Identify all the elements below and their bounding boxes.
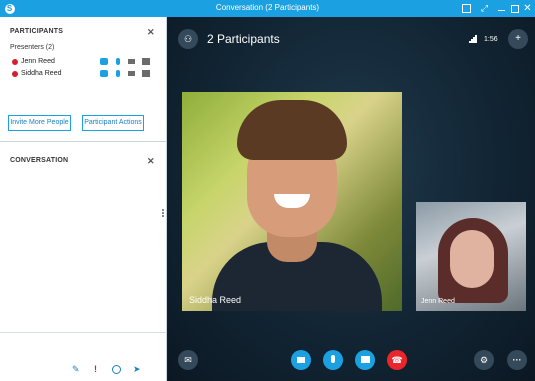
mic-button[interactable]	[323, 350, 343, 370]
screen-share-icon[interactable]	[142, 70, 150, 77]
present-button[interactable]	[355, 350, 375, 370]
video-person-face	[450, 230, 494, 288]
close-window-button[interactable]: ✕	[522, 3, 533, 14]
close-conversation-button[interactable]: ✕	[147, 156, 155, 167]
signal-quality-icon	[469, 35, 477, 43]
small-video-name: Jenn Reed	[421, 298, 455, 305]
paperclip-icon[interactable]: ✎	[72, 364, 80, 375]
mic-icon[interactable]	[116, 58, 120, 65]
more-options-button[interactable]: ···	[507, 350, 527, 370]
resize-handle[interactable]	[162, 209, 165, 221]
im-icon[interactable]	[100, 70, 108, 77]
participant-name: Siddha Reed	[21, 70, 62, 77]
call-controls-button[interactable]: ⚙	[474, 350, 494, 370]
pane-divider	[0, 141, 166, 142]
hang-up-button[interactable]: ☎	[387, 350, 407, 370]
window-title: Conversation (2 Participants)	[215, 3, 320, 12]
close-participants-button[interactable]: ✕	[147, 27, 155, 38]
screen-share-icon[interactable]	[142, 58, 150, 65]
participant-actions-button[interactable]: Participant Actions	[82, 115, 144, 131]
importance-icon[interactable]: !	[94, 364, 97, 374]
main-video-feed[interactable]: Siddha Reed	[182, 92, 402, 311]
send-icon[interactable]: ➤	[133, 364, 141, 375]
presence-busy-icon	[12, 71, 18, 77]
title-bar: S Conversation (2 Participants) ⤢ ✕	[0, 0, 535, 17]
participants-heading: PARTICIPANTS	[10, 28, 64, 35]
video-person-hair	[237, 100, 347, 160]
self-video-feed[interactable]: Jenn Reed	[416, 202, 526, 311]
expand-icon[interactable]: ⤢	[479, 3, 490, 14]
participant-row[interactable]: Siddha Reed	[12, 69, 162, 79]
invite-more-people-button[interactable]: Invite More People	[8, 115, 71, 131]
people-icon[interactable]: ⚇	[178, 29, 198, 49]
participant-count: 2 Participants	[207, 32, 280, 46]
participant-name: Jenn Reed	[21, 58, 55, 65]
presence-busy-icon	[12, 59, 18, 65]
mic-icon[interactable]	[116, 70, 120, 77]
message-compose-area[interactable]: ✎ ! ➤	[0, 332, 166, 381]
minimize-button[interactable]	[496, 3, 507, 14]
presenters-label: Presenters (2)	[10, 44, 55, 51]
side-panel: PARTICIPANTS ✕ Presenters (2) Jenn Reed …	[0, 17, 167, 381]
video-button[interactable]	[291, 350, 311, 370]
participant-row[interactable]: Jenn Reed	[12, 57, 162, 67]
video-icon[interactable]	[128, 59, 135, 64]
im-icon[interactable]	[100, 58, 108, 65]
maximize-button[interactable]	[509, 3, 520, 14]
im-button[interactable]: ✉	[178, 350, 198, 370]
video-stage: ⚇ 2 Participants 1:56 + Siddha Reed Jenn…	[168, 17, 535, 381]
call-duration: 1:56	[484, 36, 498, 43]
contact-card-icon[interactable]	[461, 3, 472, 14]
video-icon[interactable]	[128, 71, 135, 76]
emoticon-icon[interactable]	[112, 365, 121, 374]
add-participant-icon[interactable]: +	[508, 29, 528, 49]
conversation-heading: CONVERSATION	[10, 157, 69, 164]
main-video-name: Siddha Reed	[189, 295, 242, 305]
